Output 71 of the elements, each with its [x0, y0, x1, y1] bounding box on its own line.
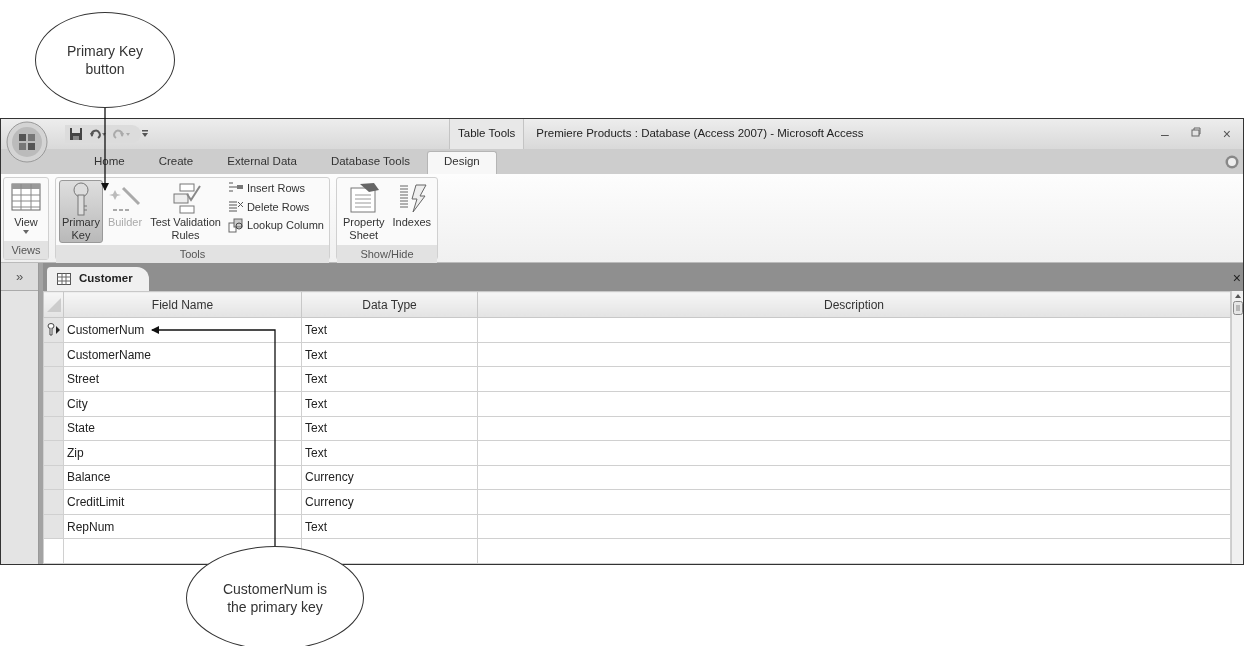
select-all-corner[interactable] [46, 298, 61, 313]
description-cell[interactable] [477, 489, 1231, 515]
ribbon-button[interactable]: Insert Rows [225, 180, 326, 197]
row-selector[interactable] [43, 317, 64, 343]
column-header: Data Type [301, 291, 478, 318]
primary-key-icon [47, 323, 61, 338]
ribbon-button[interactable]: Primary Key [59, 180, 103, 244]
data-type-cell[interactable]: Text [301, 317, 478, 343]
ribbon-button[interactable]: Test Validation Rules [147, 180, 224, 244]
description-cell[interactable] [477, 440, 1231, 466]
field-name-cell[interactable]: RepNum [63, 514, 302, 539]
ribbon-tab[interactable]: Create [141, 151, 211, 174]
description-cell[interactable] [477, 465, 1231, 490]
column-header: Field Name [63, 291, 302, 318]
document-tab[interactable]: Customer [47, 267, 149, 291]
data-type-cell[interactable]: Text [301, 366, 478, 392]
description-cell[interactable] [477, 317, 1231, 343]
data-type-cell[interactable]: Text [301, 342, 478, 367]
field-name-cell[interactable]: City [63, 391, 302, 417]
callout-text: CustomerNum is the primary key [221, 579, 329, 617]
document-tab-label: Customer [79, 271, 133, 287]
data-type-cell[interactable]: Text [301, 514, 478, 539]
group-label: Tools [56, 245, 329, 264]
lookup-column-icon [227, 217, 244, 233]
delete-rows-icon [227, 199, 244, 215]
save-icon[interactable] [69, 127, 83, 141]
field-name-cell[interactable]: CreditLimit [63, 489, 302, 515]
help-icon[interactable] [1225, 155, 1239, 169]
description-cell[interactable] [477, 391, 1231, 417]
ribbon-button[interactable]: View [7, 180, 45, 237]
expand-pane-button[interactable]: » [1, 263, 38, 291]
field-name-cell[interactable]: Zip [63, 440, 302, 466]
close-button[interactable]: × [1222, 127, 1231, 141]
ribbon-button[interactable]: Property Sheet [339, 180, 388, 244]
field-name-cell[interactable]: CustomerNum [63, 317, 302, 343]
property-sheet-icon [347, 182, 380, 216]
description-cell[interactable] [477, 416, 1231, 441]
close-document-button[interactable]: × [1232, 271, 1241, 285]
restore-button[interactable] [1190, 127, 1201, 137]
ribbon-tab[interactable]: Database Tools [313, 151, 427, 174]
data-type-cell[interactable]: Currency [301, 489, 478, 515]
field-name-cell[interactable]: Balance [63, 465, 302, 490]
description-cell[interactable] [477, 342, 1231, 367]
callout-text: Primary Key button [65, 41, 145, 79]
ribbon-tab[interactable]: Design [426, 151, 497, 174]
undo-icon[interactable] [89, 128, 107, 140]
window-title: Premiere Products : Database (Access 2007) - Microsoft Access [535, 126, 864, 142]
ribbon-button[interactable]: Lookup Column [225, 217, 326, 234]
ribbon-tab[interactable]: External Data [210, 151, 314, 174]
field-name-cell[interactable]: Street [63, 366, 302, 392]
vertical-scrollbar[interactable] [1231, 291, 1243, 564]
data-type-cell[interactable]: Currency [301, 465, 478, 490]
field-name-cell[interactable]: State [63, 416, 302, 441]
customize-caret-icon[interactable] [141, 129, 149, 139]
group-label: Show/Hide [336, 245, 438, 264]
ribbon-button[interactable]: Indexes [389, 180, 435, 231]
context-tab-label: Table Tools [449, 119, 525, 149]
group-label: Views [4, 240, 48, 259]
column-header: Description [477, 291, 1231, 318]
description-cell[interactable] [477, 514, 1231, 539]
ribbon-button[interactable]: Delete Rows [225, 198, 326, 215]
data-type-cell[interactable]: Text [301, 440, 478, 466]
table-icon [57, 273, 71, 285]
data-type-cell[interactable]: Text [301, 391, 478, 417]
caret-icon [22, 228, 30, 235]
description-cell[interactable] [477, 366, 1231, 392]
redo-icon[interactable] [113, 128, 131, 140]
data-type-cell[interactable]: Text [301, 416, 478, 441]
minimize-button[interactable]: – [1161, 127, 1169, 141]
scroll-thumb[interactable] [1232, 301, 1243, 315]
field-name-cell[interactable]: CustomerName [63, 342, 302, 367]
